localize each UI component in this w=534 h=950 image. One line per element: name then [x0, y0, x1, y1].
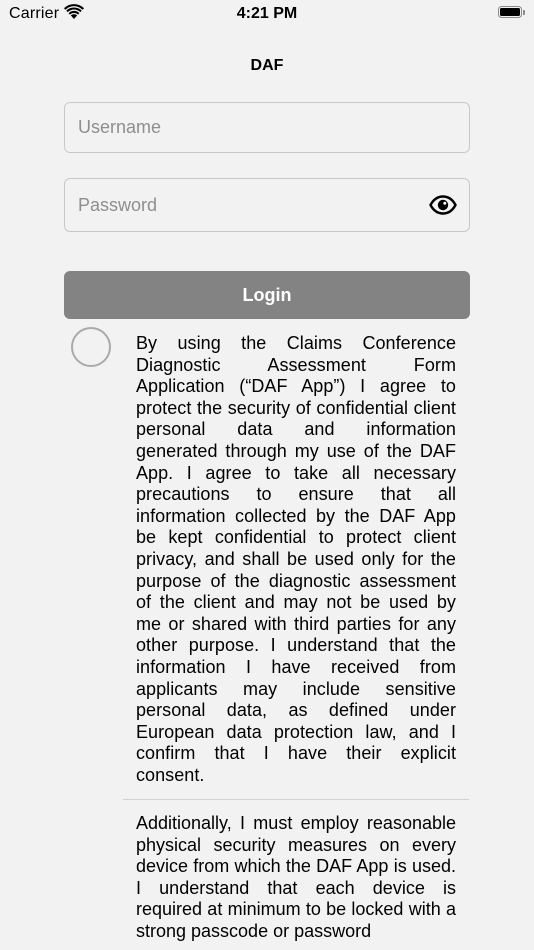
username-field[interactable] [64, 102, 470, 153]
status-bar: Carrier 4:21 PM [0, 0, 534, 30]
terms-paragraph-2: Additionally, I must employ reasonable p… [136, 813, 456, 941]
login-button[interactable]: Login [64, 271, 470, 319]
status-time: 4:21 PM [236, 5, 298, 22]
page-title: DAF [250, 57, 284, 74]
divider [123, 799, 469, 800]
password-field[interactable] [64, 178, 470, 232]
password-input[interactable] [78, 179, 408, 231]
terms-paragraph-1: By using the Claims Conference Diagnosti… [136, 333, 456, 785]
terms-accept-checkbox[interactable] [71, 327, 111, 367]
battery-icon [498, 6, 526, 19]
eye-icon[interactable] [429, 195, 457, 215]
username-input[interactable] [78, 103, 408, 152]
